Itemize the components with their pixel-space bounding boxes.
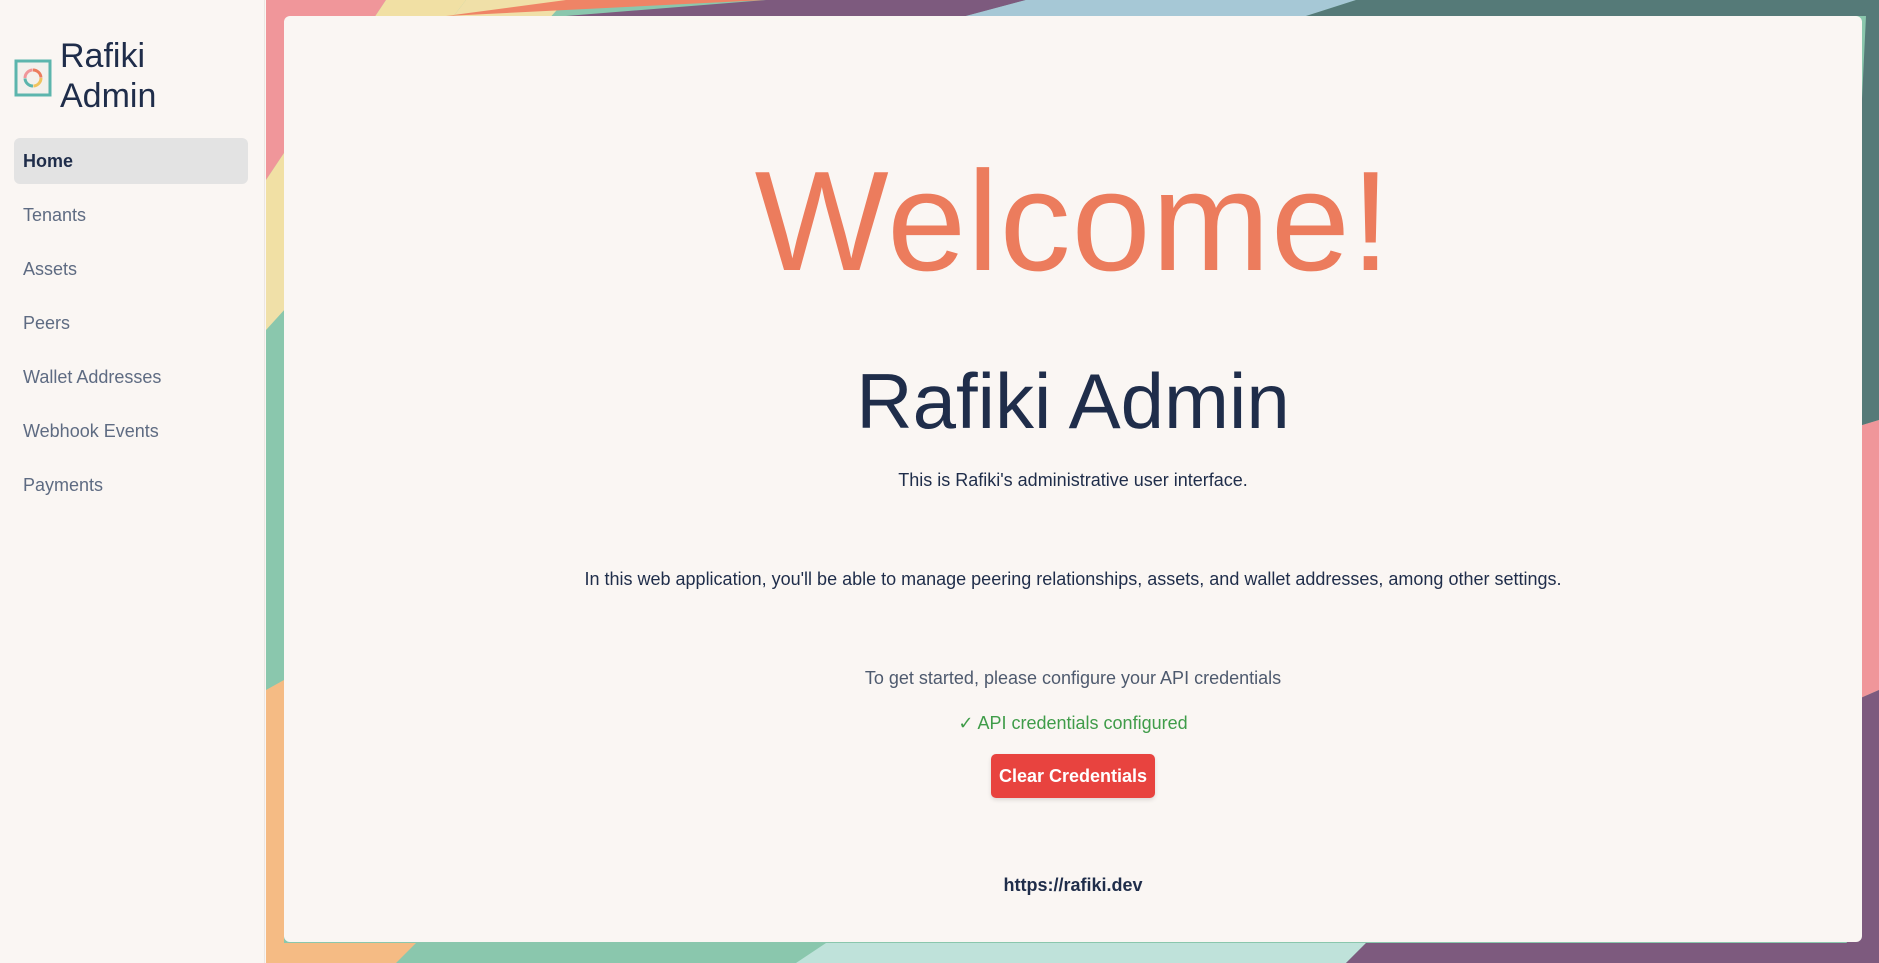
- getting-started-text: To get started, please configure your AP…: [864, 668, 1282, 688]
- sidebar-item-webhook-events[interactable]: Webhook Events: [14, 408, 248, 454]
- sidebar-item-payments[interactable]: Payments: [14, 462, 248, 508]
- brand-name: Rafiki Admin: [60, 37, 157, 115]
- credentials-status: ✓ API credentials configured: [958, 713, 1188, 733]
- description-text: In this web application, you'll be able …: [584, 569, 1562, 589]
- clear-credentials-button[interactable]: Clear Credentials: [991, 754, 1155, 798]
- sidebar-item-assets[interactable]: Assets: [14, 246, 248, 292]
- brand[interactable]: Rafiki Admin: [14, 36, 200, 116]
- sidebar-item-tenants[interactable]: Tenants: [14, 192, 248, 238]
- sidebar: Rafiki Admin Home Tenants Assets Peers W…: [0, 0, 265, 963]
- main-card: Welcome! Rafiki Admin This is Rafiki's a…: [284, 16, 1862, 942]
- sidebar-item-peers[interactable]: Peers: [14, 300, 248, 346]
- page-title: Rafiki Admin: [856, 357, 1290, 445]
- sidebar-nav: Home Tenants Assets Peers Wallet Address…: [14, 138, 248, 516]
- welcome-heading: Welcome!: [754, 142, 1392, 301]
- intro-text: This is Rafiki's administrative user int…: [898, 470, 1248, 490]
- rafiki-site-link[interactable]: https://rafiki.dev: [284, 873, 1862, 897]
- sidebar-item-home[interactable]: Home: [14, 138, 248, 184]
- sidebar-item-wallet-addresses[interactable]: Wallet Addresses: [14, 354, 248, 400]
- rafiki-logo-icon: [14, 59, 52, 97]
